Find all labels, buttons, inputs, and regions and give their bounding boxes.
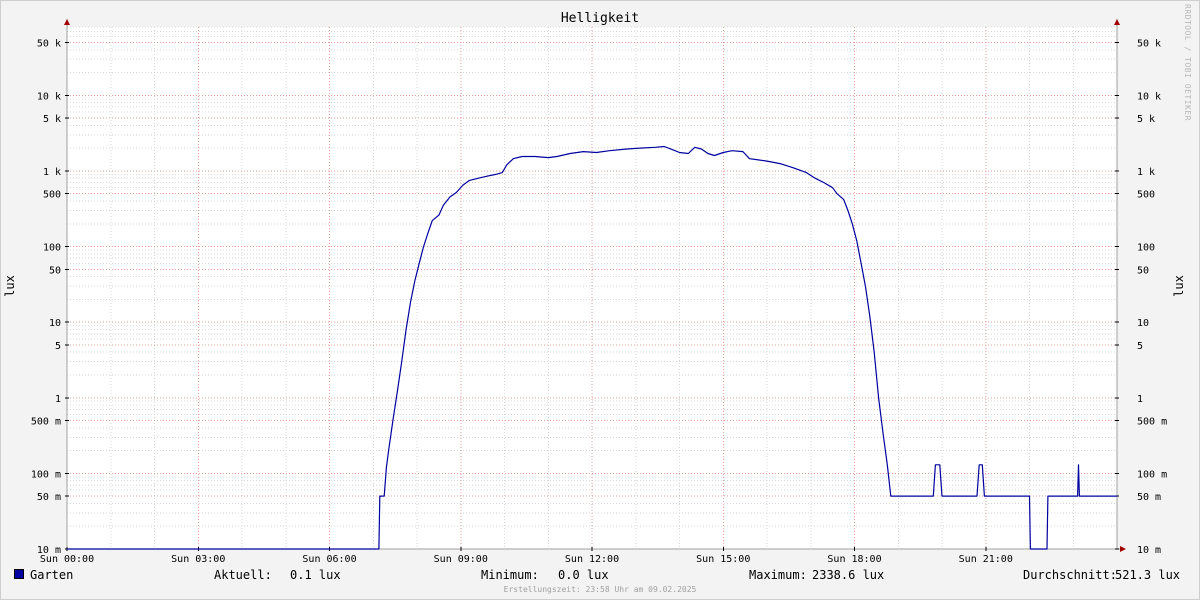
y-tick-label-left: 1 [55,394,61,405]
legend-avg-label: Durchschnitt: [1023,568,1117,582]
y-tick-label-right: 50 k [1137,38,1161,49]
y-axis-label-left: lux [3,275,17,297]
y-tick-label-left: 5 k [43,114,61,125]
y-tick-label-left: 10 k [37,91,61,102]
y-tick-label-right: 500 [1137,190,1155,201]
legend-max-label: Maximum: [749,568,807,582]
y-tick-label-left: 100 [43,243,61,254]
legend-max-value: 2338.6 lux [812,568,885,582]
y-tick-label-right: 100 m [1137,469,1167,480]
creation-time-footer: Erstellungszeit: 23:58 Uhr am 09.02.2025 [503,585,697,594]
legend-current-value: 0.1 lux [290,568,341,582]
y-tick-label-right: 1 [1137,394,1143,405]
x-tick-label: Sun 03:00 [171,554,225,565]
y-tick-label-right: 1 k [1137,167,1155,178]
legend-min-value: 0.0 lux [558,568,609,582]
y-tick-label-left: 500 m [31,417,61,428]
y-tick-label-left: 50 [49,265,61,276]
y-tick-label-left: 50 m [37,492,61,503]
y-axis-label-right: lux [1172,275,1186,297]
x-tick-label: Sun 09:00 [434,554,488,565]
y-tick-label-right: 5 k [1137,114,1155,125]
chart-svg: 50 k 50 k 10 k 10 k 5 k 5 k 1 k 1 k 500 500 100 100… [31,19,1167,565]
legend-swatch [14,569,24,579]
x-tick-label: Sun 15:00 [696,554,750,565]
y-tick-label-right: 10 m [1137,545,1161,556]
chart-title: Helligkeit [560,11,640,26]
y-tick-label-right: 10 k [1137,91,1161,102]
y-tick-label-right: 100 [1137,243,1155,254]
y-tick-label-left: 10 [49,318,61,329]
legend-avg-value: 521.3 lux [1115,568,1181,582]
x-tick-label: Sun 21:00 [959,554,1013,565]
y-tick-label-left: 50 k [37,38,61,49]
x-tick-label: Sun 18:00 [827,554,881,565]
y-tick-label-right: 500 m [1137,417,1167,428]
x-tick-label: Sun 12:00 [565,554,619,565]
legend-current-label: Aktuell: [214,568,272,582]
legend-min-label: Minimum: [481,568,539,582]
watermark: RRDTOOL / TOBI OETIKER [1183,4,1192,121]
x-tick-label: Sun 06:00 [302,554,356,565]
y-tick-label-right: 50 m [1137,492,1161,503]
y-tick-label-left: 1 k [43,167,61,178]
legend-series-name: Garten [30,568,74,582]
x-axis-arrow [1120,546,1126,552]
y-tick-label-left: 5 [55,341,61,352]
x-tick-label: Sun 00:00 [40,554,94,565]
y-tick-label-left: 100 m [31,469,61,480]
y-tick-label-left: 500 [43,190,61,201]
y-tick-label-right: 50 [1137,265,1149,276]
y-tick-label-right: 10 [1137,318,1149,329]
y-tick-label-right: 5 [1137,341,1143,352]
